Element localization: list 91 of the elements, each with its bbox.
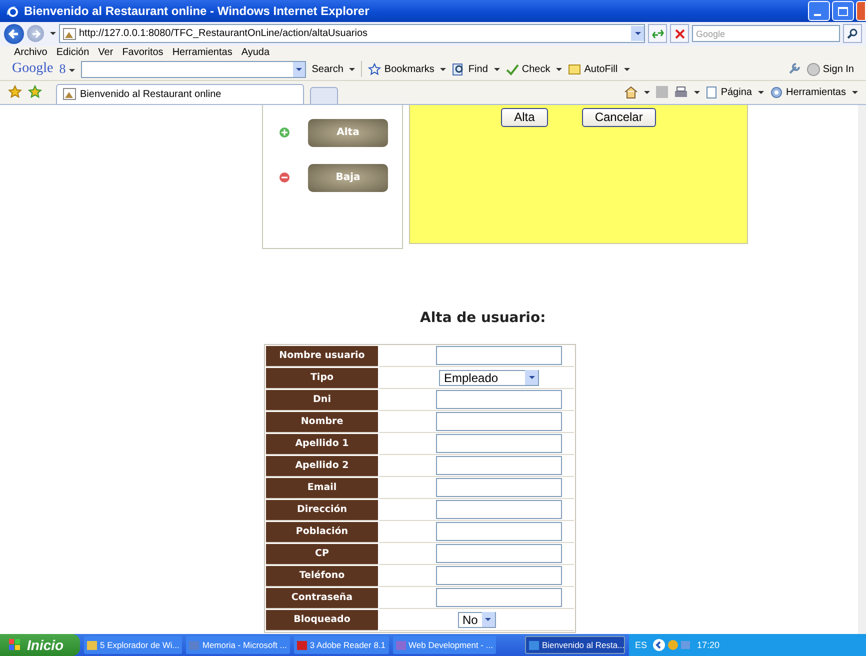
field-label: Apellido 1 [266, 434, 378, 455]
form-button[interactable]: Cancelar [582, 108, 656, 127]
favorites-star-icon[interactable] [8, 85, 22, 100]
toolbar-button[interactable]: Bookmarks [368, 62, 446, 76]
windows-flag-icon [8, 638, 22, 652]
text-field[interactable] [436, 566, 562, 586]
address-field[interactable]: http://127.0.0.1:8080/TFC_RestaurantOnLine/action/altaUsuarios [59, 24, 645, 44]
field-label: Bloqueado [266, 610, 378, 631]
back-arrow-icon [7, 26, 21, 41]
field-label: Dirección [266, 500, 378, 521]
magnifier-icon [452, 62, 466, 76]
clock: 17:20 [696, 640, 720, 650]
minus-icon [279, 172, 290, 184]
start-button[interactable]: Inicio [0, 634, 80, 656]
select-field[interactable]: No [458, 612, 496, 628]
menu-item[interactable]: Favoritos [122, 46, 164, 58]
plus-icon [279, 127, 290, 138]
window-title: Bienvenido al Restaurant online - Windows Internet Explorer [24, 4, 370, 18]
page-icon [63, 88, 76, 100]
field-label: Nombre usuario [266, 346, 378, 367]
text-field[interactable] [436, 434, 562, 454]
taskbar-button[interactable]: Memoria - Microsoft ... [186, 636, 290, 654]
refresh-arrows-icon [652, 28, 664, 39]
search-field[interactable]: Google [692, 25, 840, 42]
dropdown-button[interactable] [631, 26, 644, 42]
toolbar-button[interactable]: Check [506, 62, 562, 76]
select-field[interactable]: Empleado [439, 370, 539, 386]
google-logo: Google [12, 61, 54, 78]
field-label: Tipo [266, 368, 378, 389]
toolbar-menu-button[interactable]: 8 [59, 61, 75, 78]
text-field[interactable] [436, 412, 562, 432]
caret-icon[interactable] [50, 32, 56, 36]
form-heading: Alta de usuario: [419, 308, 547, 328]
stop-button[interactable] [670, 24, 689, 44]
field-label: Dni [266, 390, 378, 411]
search-button[interactable] [843, 24, 862, 44]
field-label: Email [266, 478, 378, 499]
field-label: CP [266, 544, 378, 565]
taskbar-button[interactable]: Bienvenido al Resta... [524, 636, 625, 654]
search-icon [847, 28, 858, 40]
back-button[interactable] [4, 24, 24, 44]
taskbar-button[interactable]: 5 Explorador de Wi... [84, 636, 182, 654]
toolbar-search-field[interactable] [80, 60, 306, 78]
restore-button[interactable] [832, 0, 854, 21]
house-icon [624, 85, 638, 100]
text-field[interactable] [436, 544, 562, 564]
toolbar-button[interactable]: Search [312, 64, 356, 75]
menu-item[interactable]: Ver [98, 46, 114, 58]
print-button[interactable] [674, 86, 700, 99]
home-button[interactable] [624, 85, 650, 100]
menu-item[interactable]: Edición [56, 46, 90, 58]
page-icon [706, 86, 718, 99]
field-label: Apellido 2 [266, 456, 378, 477]
close-button[interactable] [856, 0, 866, 21]
wrench-icon[interactable] [786, 62, 801, 76]
form-button[interactable]: Alta [501, 108, 548, 127]
menu-item[interactable]: Ayuda [241, 46, 270, 58]
close-icon [674, 28, 684, 39]
add-favorite-icon[interactable] [28, 85, 42, 100]
field-label: Nombre [266, 412, 378, 433]
field-label: Teléfono [266, 566, 378, 587]
toolbar-button[interactable]: Find [452, 62, 500, 76]
tray-icons-drawing[interactable] [652, 638, 692, 652]
toolbar-button[interactable]: AutoFill [568, 62, 630, 76]
forward-arrow-icon [30, 28, 42, 40]
gear-icon [770, 86, 783, 99]
text-field[interactable] [436, 522, 562, 542]
star-icon [368, 62, 382, 76]
text-field[interactable] [436, 390, 562, 410]
printer-icon [674, 86, 688, 99]
field-label: Contraseña [266, 588, 378, 609]
text-field[interactable] [436, 456, 562, 476]
minimize-button[interactable] [808, 0, 830, 21]
forward-button[interactable] [27, 25, 44, 42]
menu-item[interactable]: Herramientas [172, 46, 232, 58]
browser-tab[interactable]: Bienvenido al Restaurant online [56, 84, 304, 104]
menu-item[interactable]: Archivo [14, 46, 48, 58]
taskbar-button[interactable]: 3 Adobe Reader 8.1 [294, 636, 389, 654]
field-label: Población [266, 522, 378, 543]
text-field[interactable] [436, 588, 562, 608]
page-icon [63, 28, 76, 40]
text-field[interactable] [436, 500, 562, 520]
text-field[interactable] [436, 478, 562, 498]
new-tab-button[interactable] [310, 86, 338, 104]
url-text: http://127.0.0.1:8080/TFC_RestaurantOnLine/action/altaUsuarios [79, 28, 369, 40]
command-bar-button[interactable]: Herramientas [770, 86, 858, 99]
sign-in-button[interactable]: Sign In [806, 62, 854, 76]
checkmark-icon [506, 62, 519, 76]
command-bar-button[interactable]: Página [706, 86, 764, 99]
text-field[interactable] [436, 346, 562, 366]
taskbar-button[interactable]: Web Development - ... [392, 636, 496, 654]
